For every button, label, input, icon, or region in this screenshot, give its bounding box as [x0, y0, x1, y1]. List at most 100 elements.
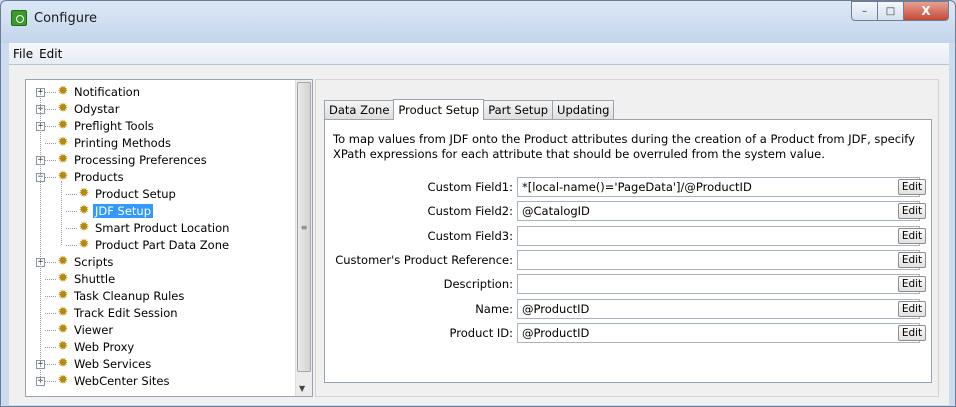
- gear-icon: ✹: [78, 237, 90, 252]
- field-label: Customer's Product Reference:: [335, 252, 513, 267]
- close-button[interactable]: X: [903, 1, 949, 21]
- tree-node-webcenter-sites[interactable]: + ✹ WebCenter Sites: [26, 373, 296, 390]
- tree-node-label: Smart Product Location: [95, 221, 230, 235]
- tree-node-label: Products: [74, 170, 124, 184]
- description-input[interactable]: [517, 274, 920, 295]
- tree-node-product-part-data-zone[interactable]: ✹ Product Part Data Zone: [26, 237, 296, 254]
- edit-button[interactable]: Edit: [898, 300, 926, 317]
- tree-connector: [66, 194, 77, 195]
- maximize-button[interactable]: □: [877, 1, 904, 21]
- configure-window: Configure – □ X File Edit + ✹ Notification…: [0, 0, 956, 407]
- tree-node-odystar[interactable]: + ✹ Odystar: [26, 101, 296, 118]
- field-row-description: Description: Edit: [325, 274, 926, 295]
- tree-node-web-proxy[interactable]: ✹ Web Proxy: [26, 339, 296, 356]
- gear-icon: ✹: [78, 220, 90, 235]
- edit-button[interactable]: Edit: [898, 227, 926, 244]
- gear-icon: ✹: [57, 152, 69, 167]
- tree-node-products[interactable]: − ✹ Products: [26, 169, 296, 186]
- field-label: Product ID:: [449, 325, 513, 340]
- tree-connector: [45, 109, 56, 110]
- gear-icon: ✹: [78, 186, 90, 201]
- title-bar: Configure – □ X: [1, 1, 955, 43]
- tree-node-task-cleanup-rules[interactable]: ✹ Task Cleanup Rules: [26, 288, 296, 305]
- gear-icon: ✹: [57, 288, 69, 303]
- field-label: Description:: [443, 277, 513, 292]
- edit-button[interactable]: Edit: [898, 251, 926, 268]
- tree-connector: [40, 92, 41, 381]
- gear-icon: ✹: [57, 169, 69, 184]
- tree-connector: [66, 228, 77, 229]
- gear-icon: ✹: [57, 254, 69, 269]
- tree-node-preflight-tools[interactable]: + ✹ Preflight Tools: [26, 118, 296, 135]
- tree-node-label: Scripts: [74, 255, 114, 269]
- edit-button[interactable]: Edit: [898, 324, 926, 341]
- edit-button[interactable]: Edit: [898, 203, 926, 220]
- settings-panel: Data Zone Product Setup Part Setup Updat…: [315, 79, 939, 397]
- product-setup-content: To map values from JDF onto the Product …: [324, 119, 932, 383]
- field-row-name: Name: Edit: [325, 298, 926, 319]
- gear-icon: ✹: [78, 203, 90, 218]
- field-row-product-id: Product ID: Edit: [325, 322, 926, 343]
- tree-node-shuttle[interactable]: ✹ Shuttle: [26, 271, 296, 288]
- tab-part-setup[interactable]: Part Setup: [483, 100, 554, 119]
- client-area: + ✹ Notification + ✹ Odystar + ✹ Preflight Tools…: [9, 65, 949, 405]
- gear-icon: ✹: [57, 305, 69, 320]
- tree-node-scripts[interactable]: + ✹ Scripts: [26, 254, 296, 271]
- gear-icon: ✹: [57, 322, 69, 337]
- tree-node-printing-methods[interactable]: ✹ Printing Methods: [26, 135, 296, 152]
- tree-connector: [45, 177, 56, 178]
- scrollbar-thumb[interactable]: ≡: [297, 82, 311, 372]
- tree-node-label: JDF Setup: [93, 204, 153, 218]
- gear-icon: ✹: [57, 101, 69, 116]
- field-row-custom-field2: Custom Field2: Edit: [325, 201, 926, 222]
- tree-list: + ✹ Notification + ✹ Odystar + ✹ Preflight Tools…: [26, 84, 296, 390]
- tree-scrollbar[interactable]: ≡ ▼: [295, 80, 312, 396]
- tree-node-label: Printing Methods: [74, 136, 172, 150]
- tree-node-label: Notification: [74, 85, 140, 99]
- tree-node-notification[interactable]: + ✹ Notification: [26, 84, 296, 101]
- customer-s-product-reference-input[interactable]: [517, 249, 920, 270]
- minimize-button[interactable]: –: [851, 1, 878, 21]
- tree-node-smart-product-location[interactable]: ✹ Smart Product Location: [26, 220, 296, 237]
- tree-node-jdf-setup[interactable]: ✹ JDF Setup: [26, 203, 296, 220]
- tree-connector: [45, 347, 56, 348]
- tree-connector: [45, 330, 56, 331]
- tree-node-label: Product Setup: [95, 187, 176, 201]
- field-row-custom-field1: Custom Field1: Edit: [325, 177, 926, 197]
- edit-button[interactable]: Edit: [898, 179, 926, 195]
- tab-product-setup[interactable]: Product Setup: [393, 99, 485, 120]
- tree-node-label: Web Services: [74, 357, 152, 371]
- custom-field2-input[interactable]: [517, 201, 920, 222]
- scroll-down-arrow-icon[interactable]: ▼: [299, 384, 305, 393]
- menu-bar: File Edit: [9, 43, 949, 65]
- tree-node-label: Task Cleanup Rules: [74, 289, 185, 303]
- tree-node-label: Preflight Tools: [74, 119, 154, 133]
- product-id-input[interactable]: [517, 322, 920, 343]
- tree-node-label: Odystar: [74, 102, 120, 116]
- tree-connector: [45, 92, 56, 93]
- tab-data-zone[interactable]: Data Zone: [324, 100, 395, 119]
- tree-node-web-services[interactable]: + ✹ Web Services: [26, 356, 296, 373]
- menu-edit[interactable]: Edit: [39, 47, 62, 61]
- tree-node-product-setup[interactable]: ✹ Product Setup: [26, 186, 296, 203]
- tree-connector: [66, 211, 77, 212]
- name-input[interactable]: [517, 298, 920, 319]
- tree-connector: [45, 160, 56, 161]
- custom-field3-input[interactable]: [517, 225, 920, 246]
- field-label: Name:: [475, 301, 513, 316]
- tree-node-label: Processing Preferences: [74, 153, 207, 167]
- field-row-custom-field3: Custom Field3: Edit: [325, 225, 926, 246]
- tree-node-track-edit-session[interactable]: ✹ Track Edit Session: [26, 305, 296, 322]
- tree-connector: [45, 262, 56, 263]
- tree-connector: [45, 279, 56, 280]
- menu-file[interactable]: File: [13, 47, 33, 61]
- tree-node-viewer[interactable]: ✹ Viewer: [26, 322, 296, 339]
- tab-bar: Data Zone Product Setup Part Setup Updat…: [324, 99, 615, 120]
- gear-icon: ✹: [57, 135, 69, 150]
- custom-field1-input[interactable]: [517, 177, 920, 197]
- tab-updating[interactable]: Updating: [552, 100, 615, 119]
- tree-node-label: Product Part Data Zone: [95, 238, 230, 252]
- gear-icon: ✹: [57, 356, 69, 371]
- edit-button[interactable]: Edit: [898, 276, 926, 293]
- tree-node-processing-preferences[interactable]: + ✹ Processing Preferences: [26, 152, 296, 169]
